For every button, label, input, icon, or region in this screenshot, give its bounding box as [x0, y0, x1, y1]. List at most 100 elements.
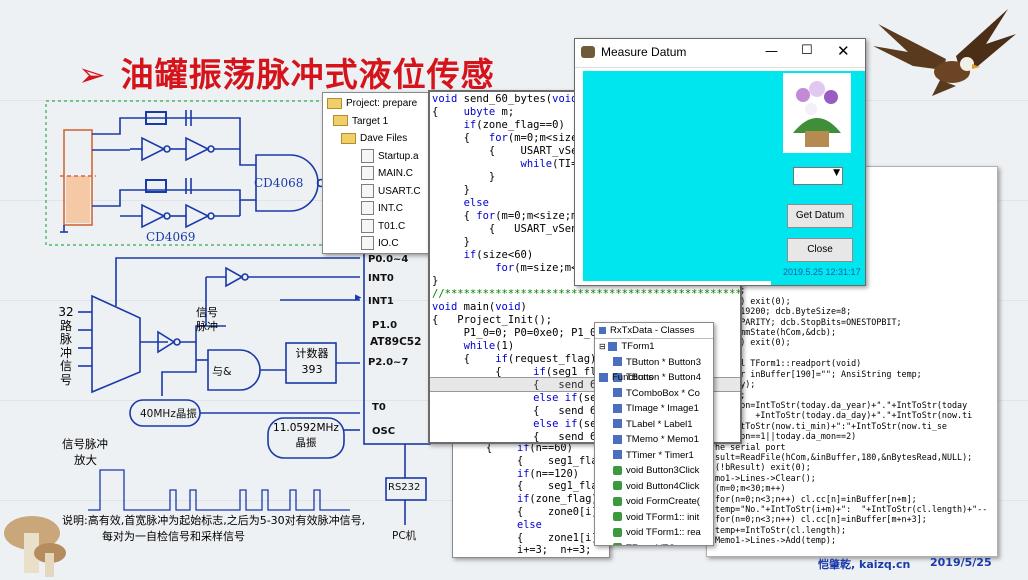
- class-member[interactable]: void Button3Click: [599, 463, 701, 479]
- tree-project[interactable]: Project: prepare: [327, 95, 421, 113]
- class-member[interactable]: TComboBox * Co: [599, 386, 701, 402]
- cpp-line[interactable]: [715, 348, 987, 358]
- tree-folder[interactable]: Dave Files: [327, 130, 421, 148]
- classes-window[interactable]: RxTxData - Classes ⊟ TForm1 TButton * Bu…: [594, 322, 714, 546]
- svg-text:▸: ▸: [355, 290, 362, 305]
- tree-target[interactable]: Target 1: [327, 113, 421, 131]
- field-icon: [613, 388, 622, 398]
- code-line[interactable]: { zone1[i]: [455, 532, 609, 545]
- cpp-line[interactable]: ccess) exit(0);: [715, 296, 987, 306]
- tree-file[interactable]: MAIN.C: [327, 165, 421, 183]
- pin-int0: INT0: [368, 273, 394, 284]
- classes-title: RxTxData - Classes: [595, 323, 713, 339]
- cpp-line[interactable]: &today);: [715, 379, 987, 389]
- cpp-line[interactable]: Rate=19200; dcb.ByteSize=8;: [715, 306, 987, 316]
- code-line[interactable]: { zone0[i]: [455, 506, 609, 519]
- cpp-line[interactable]: char inBuffer[190]=""; AnsiString temp;: [715, 369, 987, 379]
- cpp-line[interactable]: sult=ReadFile(hCom,&inBuffer,180,&nBytes…: [715, 452, 987, 462]
- date-label: 2019/5/25: [930, 556, 992, 569]
- cpp-line[interactable]: Memo1->Lines->Add(temp);: [715, 535, 987, 545]
- tree-file[interactable]: Startup.a: [327, 148, 421, 166]
- method-icon: [613, 512, 622, 522]
- close-button[interactable]: Close: [787, 238, 853, 262]
- method-icon: [613, 496, 622, 506]
- file-icon: [361, 148, 374, 163]
- class-member[interactable]: TTimer * Timer1: [599, 448, 701, 464]
- cpp-line[interactable]: temp="No."+IntToStr(i+m)+": "+IntToStr(c…: [715, 504, 987, 514]
- author-label: 恺肇乾, kaizq.cn: [818, 558, 911, 571]
- get-datum-button[interactable]: Get Datum: [787, 204, 853, 228]
- crystal-40-label: 40MHz晶振: [140, 408, 197, 420]
- code-line[interactable]: { seg1_flag=: [455, 455, 609, 468]
- code-line[interactable]: if(n==120): [455, 468, 609, 481]
- class-member[interactable]: TForm1(TCompo: [599, 541, 701, 545]
- cpp-line[interactable]: for(n=0;n<3;n++) cl.cc[n]=inBuffer[m+n+3…: [715, 514, 987, 524]
- class-icon: [608, 341, 618, 351]
- minimize-button[interactable]: —: [765, 44, 778, 59]
- cpp-line[interactable]: stcall TForm1::readport(void): [715, 358, 987, 368]
- class-member[interactable]: void TForm1:: rea: [599, 525, 701, 541]
- field-icon: [613, 419, 622, 429]
- code-line[interactable]: i+=3; n+=3;: [455, 544, 609, 557]
- cpp-line[interactable]: for(n=0;n<3;n++) cl.cc[n]=inBuffer[n+m];: [715, 494, 987, 504]
- method-icon: [613, 527, 622, 537]
- cpp-line[interactable]: .da_mon==1||today.da_mon==2): [715, 431, 987, 441]
- cpp-line[interactable]: ty=IntToStr(now.ti_min)+":"+IntToStr(now…: [715, 421, 987, 431]
- cpp-line[interactable]: ccess) exit(0);: [715, 337, 987, 347]
- cpp-line[interactable]: he serial port: [715, 442, 987, 452]
- signal-pulse-label: 信号 脉冲: [196, 306, 218, 333]
- code-line[interactable]: void main(void): [432, 301, 740, 314]
- cpp-line[interactable]: ty=NOPARITY; dcb.StopBits=ONESTOPBIT;: [715, 317, 987, 327]
- class-member[interactable]: void TForm1:: init: [599, 510, 701, 526]
- pin-int1: INT1: [368, 296, 394, 307]
- and-gate-label: 与&: [212, 365, 232, 378]
- cpp-line[interactable]: temp+=IntToStr(cl.length);: [715, 525, 987, 535]
- client-area-cyan: [583, 71, 771, 281]
- cpp-line[interactable]: Caption=IntToStr(today.da_year)+"."+IntT…: [715, 400, 987, 410]
- cpp-line[interactable]: SetCommState(hCom,&dcb);: [715, 327, 987, 337]
- tree-file[interactable]: IO.C: [327, 235, 421, 253]
- class-member[interactable]: TImage * Image1: [599, 401, 701, 417]
- field-icon: [613, 403, 622, 413]
- counter-label: 计数器 393: [295, 347, 329, 376]
- tree-file[interactable]: USART.C: [327, 183, 421, 201]
- class-root[interactable]: ⊟ TForm1: [599, 339, 701, 355]
- class-member[interactable]: TLabel * Label1: [599, 417, 701, 433]
- cpp-line[interactable]: +IntToStr(today.da_day)+"."+IntToStr(now…: [715, 410, 987, 420]
- class-member[interactable]: void Button4Click: [599, 479, 701, 495]
- cpp-line[interactable]: (m=0;m<30;m++): [715, 483, 987, 493]
- code-window-lower[interactable]: { if(n==60) { seg1_flag= if(n==120) { se…: [452, 440, 610, 558]
- code-line[interactable]: //**************************************…: [432, 288, 740, 301]
- tree-file[interactable]: INT.C: [327, 200, 421, 218]
- code-line[interactable]: if(zone_flag): [455, 493, 609, 506]
- cpp-line[interactable]: outs);: [715, 285, 987, 295]
- combo-box[interactable]: ▼: [793, 167, 843, 185]
- folder-icon: [341, 132, 356, 144]
- cpp-line[interactable]: &now);: [715, 390, 987, 400]
- pin-p20-7: P2.0~7: [368, 357, 409, 368]
- amp-label: 信号脉冲 放大: [62, 437, 108, 467]
- class-member[interactable]: void FormCreate(: [599, 494, 701, 510]
- pin-osc: OSC: [372, 426, 396, 437]
- chevron-down-icon[interactable]: ▼: [833, 168, 840, 178]
- class-member[interactable]: TButton * Button3: [599, 355, 701, 371]
- field-icon: [613, 450, 622, 460]
- file-icon: [361, 183, 374, 198]
- close-window-button[interactable]: ✕: [837, 42, 850, 60]
- maximize-button[interactable]: ☐: [801, 43, 813, 58]
- file-icon: [361, 201, 374, 216]
- cpp-line[interactable]: (!bResult) exit(0);: [715, 462, 987, 472]
- method-icon: [613, 543, 622, 545]
- file-icon: [361, 218, 374, 233]
- code-line[interactable]: { seg1_flag=: [455, 480, 609, 493]
- measure-datum-window[interactable]: Measure Datum — ☐ ✕ ▼ Get Datum Close 20…: [574, 38, 866, 286]
- app-icon: [581, 46, 595, 58]
- title-bar: Measure Datum — ☐ ✕: [575, 39, 865, 68]
- class-member[interactable]: TMemo * Memo1: [599, 432, 701, 448]
- file-icon: [361, 166, 374, 181]
- cpp-line[interactable]: mo1->Lines->Clear();: [715, 473, 987, 483]
- code-line[interactable]: else: [455, 519, 609, 532]
- file-icon: [361, 236, 374, 251]
- flower-image: [783, 73, 851, 153]
- tree-file[interactable]: T01.C: [327, 218, 421, 236]
